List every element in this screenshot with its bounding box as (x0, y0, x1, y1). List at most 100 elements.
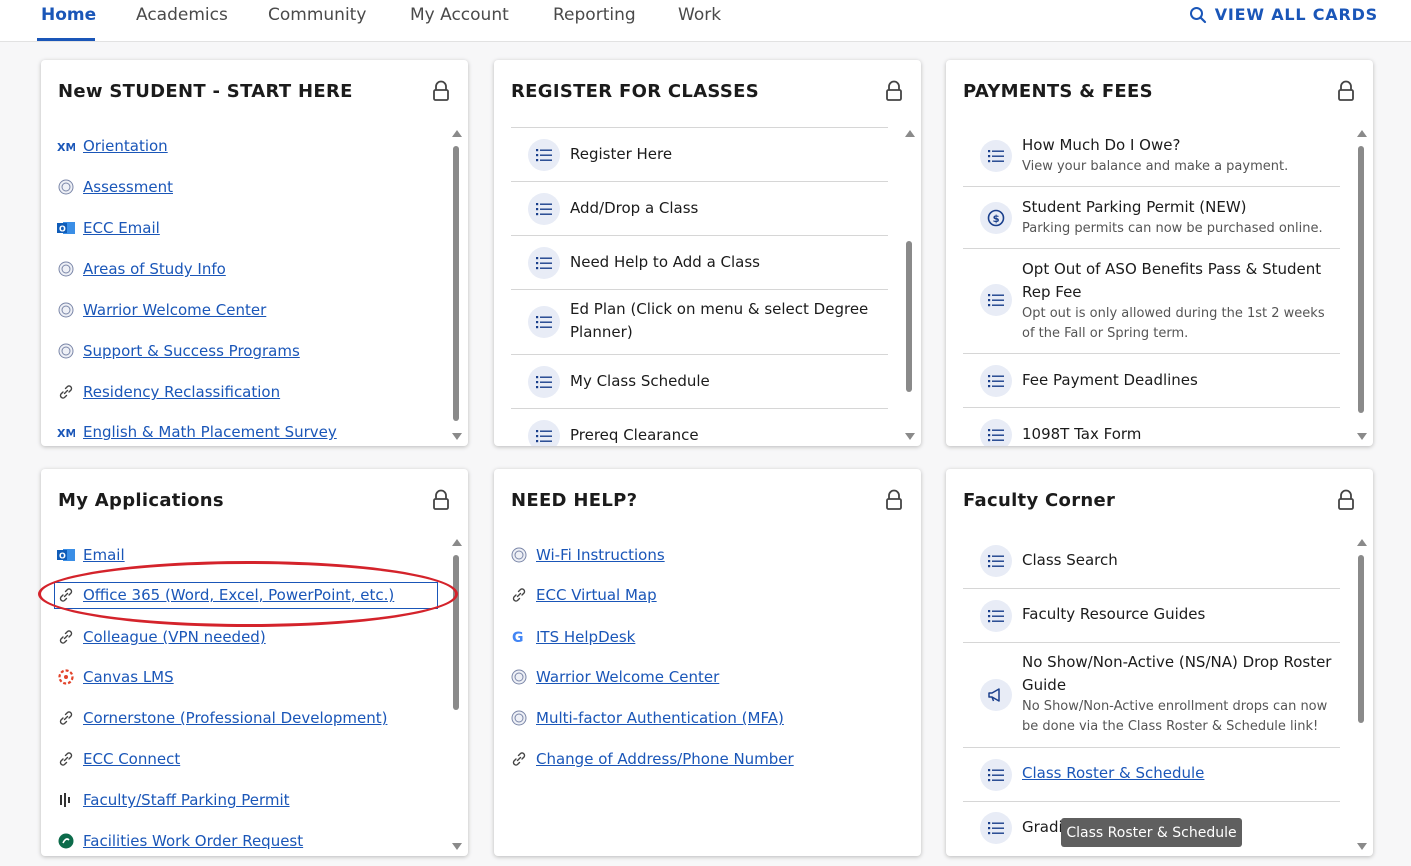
menu-opt-out-aso[interactable]: Opt Out of ASO Benefits Pass & Student R… (963, 248, 1340, 353)
seal-icon (57, 260, 75, 278)
svg-text:$: $ (993, 214, 1000, 225)
scrollbar[interactable] (450, 539, 462, 850)
card-title: My Applications (58, 490, 224, 511)
list-icon (528, 420, 560, 446)
link-orientation[interactable]: XM Orientation (57, 134, 168, 158)
menu-prereq-clearance[interactable]: Prereq Clearance (511, 408, 888, 446)
link-placement-survey[interactable]: XM English & Math Placement Survey (57, 420, 337, 444)
list-icon (528, 247, 560, 279)
menu-ns-na-drop-roster-guide[interactable]: No Show/Non-Active (NS/NA) Drop Roster G… (963, 642, 1340, 747)
link-assessment[interactable]: Assessment (57, 175, 173, 199)
link-mfa[interactable]: Multi-factor Authentication (MFA) (510, 706, 784, 730)
menu-register-here[interactable]: Register Here (511, 127, 888, 181)
list-icon (980, 140, 1012, 172)
megaphone-icon (980, 679, 1012, 711)
card-title: PAYMENTS & FEES (963, 81, 1153, 102)
link-canvas-lms[interactable]: Canvas LMS (57, 665, 174, 689)
link-icon (57, 628, 75, 646)
outlook-icon: O (57, 546, 75, 564)
link-email[interactable]: O Email (57, 543, 125, 567)
menu-ed-plan[interactable]: Ed Plan (Click on menu & select Degree P… (511, 289, 888, 354)
menu-add-drop[interactable]: Add/Drop a Class (511, 181, 888, 235)
scrollbar[interactable] (450, 130, 462, 440)
parking-icon (57, 791, 75, 809)
view-all-cards-label: VIEW ALL CARDS (1214, 5, 1378, 24)
list-icon (980, 812, 1012, 844)
card-faculty-corner: Faculty Corner Class Search Faculty Reso… (946, 469, 1373, 856)
seal-icon (57, 178, 75, 196)
lock-icon[interactable] (1337, 80, 1355, 102)
link-ecc-connect[interactable]: ECC Connect (57, 747, 180, 771)
link-icon (510, 750, 528, 768)
link-warrior-welcome-center[interactable]: Warrior Welcome Center (510, 665, 719, 689)
active-tab-indicator (37, 38, 95, 41)
link-icon (57, 709, 75, 727)
lock-icon[interactable] (885, 80, 903, 102)
menu-faculty-resource-guides[interactable]: Faculty Resource Guides (963, 588, 1340, 642)
menu-how-much-owe[interactable]: How Much Do I Owe? View your balance and … (963, 126, 1340, 187)
menu-class-search[interactable]: Class Search (963, 535, 1340, 589)
card-my-applications: My Applications O Email Office 365 (Word,… (41, 469, 468, 856)
menu-class-roster-schedule[interactable]: Class Roster & Schedule (963, 747, 1340, 801)
lock-icon[interactable] (432, 80, 450, 102)
link-facilities-work-order[interactable]: Facilities Work Order Request (57, 829, 303, 853)
tab-academics[interactable]: Academics (136, 5, 228, 25)
scrollbar[interactable] (1355, 539, 1367, 850)
seal-icon (510, 709, 528, 727)
tab-work[interactable]: Work (678, 5, 721, 25)
link-residency[interactable]: Residency Reclassification (57, 380, 280, 404)
link-icon (57, 383, 75, 401)
seal-icon (57, 301, 75, 319)
xm-icon: XM (57, 423, 75, 441)
seal-icon (57, 342, 75, 360)
menu-my-class-schedule[interactable]: My Class Schedule (511, 354, 888, 408)
link-office-365[interactable]: Office 365 (Word, Excel, PowerPoint, etc… (57, 583, 394, 607)
tab-reporting[interactable]: Reporting (553, 5, 636, 25)
seal-icon (510, 668, 528, 686)
link-change-address[interactable]: Change of Address/Phone Number (510, 747, 794, 771)
lock-icon[interactable] (1337, 489, 1355, 511)
canvas-icon (57, 668, 75, 686)
link-cornerstone[interactable]: Cornerstone (Professional Development) (57, 706, 387, 730)
list-icon (980, 759, 1012, 791)
card-need-help: NEED HELP? Wi-Fi Instructions ECC Virtua… (494, 469, 921, 856)
link-its-helpdesk[interactable]: G ITS HelpDesk (510, 625, 635, 649)
tab-community[interactable]: Community (268, 5, 366, 25)
link-support-success[interactable]: Support & Success Programs (57, 339, 300, 363)
dollar-icon: $ (980, 202, 1012, 234)
list-icon (980, 284, 1012, 316)
list-icon (528, 193, 560, 225)
card-payments-fees: PAYMENTS & FEES How Much Do I Owe? View y… (946, 60, 1373, 446)
card-title: Faculty Corner (963, 490, 1116, 511)
lock-icon[interactable] (885, 489, 903, 511)
menu-fee-payment-deadlines[interactable]: Fee Payment Deadlines (963, 353, 1340, 407)
link-wifi-instructions[interactable]: Wi-Fi Instructions (510, 543, 665, 567)
list-icon (528, 139, 560, 171)
list-icon (980, 365, 1012, 397)
menu-1098t-tax-form[interactable]: 1098T Tax Form (963, 407, 1340, 446)
link-warrior-welcome-center[interactable]: Warrior Welcome Center (57, 298, 266, 322)
list-icon (980, 545, 1012, 577)
lock-icon[interactable] (432, 489, 450, 511)
card-title: New STUDENT - START HERE (58, 81, 353, 102)
link-parking-permit[interactable]: Faculty/Staff Parking Permit (57, 788, 290, 812)
link-icon (57, 750, 75, 768)
list-icon (528, 366, 560, 398)
link-colleague[interactable]: Colleague (VPN needed) (57, 625, 266, 649)
link-icon (57, 586, 75, 604)
link-icon (510, 586, 528, 604)
scrollbar[interactable] (1355, 130, 1367, 440)
scrollbar[interactable] (903, 130, 915, 440)
top-navigation: Home Academics Community My Account Repo… (0, 0, 1411, 42)
card-new-student: New STUDENT - START HERE XM Orientation A… (41, 60, 468, 446)
link-ecc-email[interactable]: O ECC Email (57, 216, 160, 240)
menu-need-help-add[interactable]: Need Help to Add a Class (511, 235, 888, 289)
card-register-for-classes: REGISTER FOR CLASSES Register Here Add/D… (494, 60, 921, 446)
xm-icon: XM (57, 137, 75, 155)
link-areas-of-study[interactable]: Areas of Study Info (57, 257, 226, 281)
link-ecc-virtual-map[interactable]: ECC Virtual Map (510, 583, 657, 607)
tab-home[interactable]: Home (41, 5, 96, 25)
view-all-cards-button[interactable]: VIEW ALL CARDS (1189, 5, 1378, 24)
menu-parking-permit[interactable]: $ Student Parking Permit (NEW) Parking per… (963, 186, 1340, 248)
tab-my-account[interactable]: My Account (410, 5, 509, 25)
